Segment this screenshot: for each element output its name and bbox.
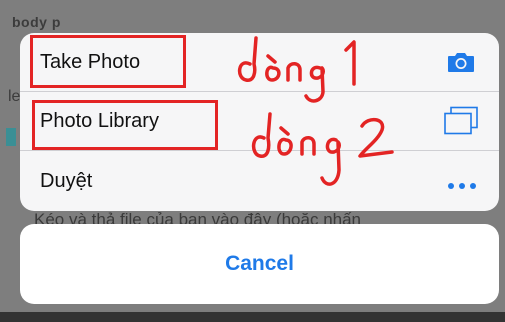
camera-icon <box>447 51 475 78</box>
more-dots-icon <box>447 177 477 195</box>
browse-label: Duyệt <box>40 169 93 192</box>
background-text-fragment: le <box>8 88 21 105</box>
annotation-box-photo-library <box>32 100 218 150</box>
photo-library-icon <box>443 106 479 141</box>
cancel-button[interactable]: Cancel <box>20 224 499 304</box>
background-teal-strip <box>6 128 16 146</box>
background-bottom-bar <box>0 312 505 322</box>
annotation-box-take-photo <box>30 35 186 88</box>
cancel-label: Cancel <box>225 252 294 275</box>
element-breadcrumb: body p <box>12 14 61 30</box>
handwritten-annotation-line-1 <box>237 36 356 103</box>
handwritten-annotation-line-2 <box>251 112 394 186</box>
